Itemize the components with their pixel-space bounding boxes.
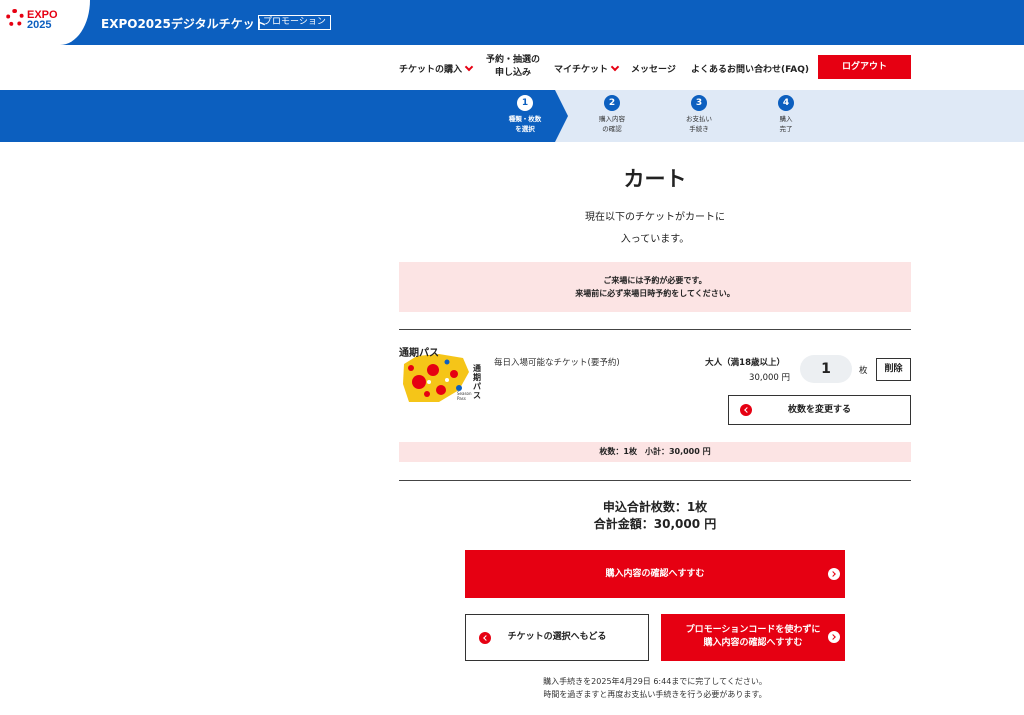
chevron-down-icon bbox=[610, 62, 620, 72]
delete-button[interactable]: 削除 bbox=[876, 358, 911, 381]
nav-my-ticket-label: マイチケット bbox=[554, 65, 609, 75]
ticket-type: 大人（満18歳以上） bbox=[705, 358, 785, 368]
ticket-image: 通期パス 通期パス Season Pass bbox=[399, 344, 484, 406]
top-header: EXPO 2025 EXPO2025デジタルチケット プロモーション bbox=[0, 0, 1024, 45]
promotion-badge: プロモーション bbox=[258, 15, 331, 30]
step-1: 1 種類・枚数 を選択 bbox=[490, 95, 560, 134]
nav-my-ticket[interactable]: マイチケット bbox=[554, 62, 620, 75]
expo-logo[interactable]: EXPO 2025 bbox=[0, 0, 100, 45]
step-label-line2: 手続き bbox=[689, 125, 709, 133]
logout-button[interactable]: ログアウト bbox=[818, 55, 911, 79]
logo-text-bottom: 2025 bbox=[27, 19, 52, 31]
ticket-image-vertical-text: 通期パス bbox=[473, 364, 481, 400]
step-label-line1: 種類・枚数 bbox=[508, 115, 542, 123]
page-title: カート bbox=[623, 167, 687, 191]
cart-message-line1: 現在以下のチケットがカートに bbox=[585, 212, 725, 223]
total-count: 申込合計枚数：1枚 bbox=[602, 500, 708, 514]
proceed-without-promo-line2: 購入内容の確認へすすむ bbox=[703, 638, 803, 648]
step-label-line1: 購入 bbox=[779, 115, 793, 123]
notice-line1: ご来場には予約が必要です。 bbox=[603, 276, 707, 285]
active-step-background bbox=[0, 90, 568, 142]
chevron-down-icon bbox=[464, 62, 474, 72]
proceed-to-confirm-button[interactable]: 購入内容の確認へすすむ bbox=[465, 550, 845, 598]
total-amount: 合計金額：30,000 円 bbox=[593, 517, 717, 531]
ticket-subtotal: 枚数：1枚 小計：30,000 円 bbox=[399, 442, 911, 462]
payment-deadline-note: 購入手続きを2025年4月29日 6:44までに完了してください。 時間を過ぎま… bbox=[399, 675, 911, 701]
step-label: 種類・枚数 を選択 bbox=[490, 114, 560, 134]
footnote-line1: 購入手続きを2025年4月29日 6:44までに完了してください。 bbox=[543, 677, 767, 686]
chevron-right-icon bbox=[828, 631, 840, 643]
step-label-line2: の確認 bbox=[602, 125, 622, 133]
step-4: 4 購入 完了 bbox=[751, 95, 821, 134]
cart-message: 現在以下のチケットがカートに 入っています。 bbox=[555, 207, 755, 251]
nav-messages[interactable]: メッセージ bbox=[631, 62, 676, 75]
progress-steps: 1 種類・枚数 を選択 2 購入内容 の確認 3 お支払い 手続き 4 購入 完… bbox=[0, 90, 1024, 142]
nav-reservation-line2: 申し込み bbox=[495, 68, 532, 78]
chevron-left-icon bbox=[740, 404, 752, 416]
nav-buy-ticket-label: チケットの購入 bbox=[399, 65, 463, 75]
expo-logo-text: EXPO 2025 bbox=[27, 10, 58, 31]
nav-faq[interactable]: よくあるお問い合わせ(FAQ) bbox=[691, 62, 809, 75]
quantity-unit: 枚 bbox=[859, 366, 868, 376]
chevron-left-icon bbox=[479, 632, 491, 644]
nav-buy-ticket[interactable]: チケットの購入 bbox=[399, 62, 474, 75]
notice-line2: 来場前に必ず来場日時予約をしてください。 bbox=[575, 289, 735, 298]
step-3: 3 お支払い 手続き bbox=[664, 95, 734, 134]
step-label-line1: お支払い bbox=[686, 115, 712, 123]
step-2: 2 購入内容 の確認 bbox=[577, 95, 647, 134]
ticket-price: 30,000 円 bbox=[749, 373, 790, 383]
divider bbox=[399, 480, 911, 481]
proceed-without-promo-button[interactable]: プロモーションコードを使わずに 購入内容の確認へすすむ bbox=[661, 614, 845, 661]
main-nav: チケットの購入 予約・抽選の 申し込み マイチケット メッセージ よくあるお問い… bbox=[0, 45, 1024, 90]
step-number: 4 bbox=[778, 95, 794, 111]
step-label-line2: 完了 bbox=[779, 125, 793, 133]
step-label-line2: を選択 bbox=[515, 125, 535, 133]
step-number: 2 bbox=[604, 95, 620, 111]
nav-reservation[interactable]: 予約・抽選の 申し込み bbox=[486, 54, 540, 80]
step-label: お支払い 手続き bbox=[664, 114, 734, 134]
cart-message-line2: 入っています。 bbox=[620, 234, 690, 245]
site-title: EXPO2025デジタルチケット bbox=[101, 17, 267, 31]
proceed-to-confirm-label: 購入内容の確認へすすむ bbox=[605, 569, 705, 579]
step-label: 購入 完了 bbox=[751, 114, 821, 134]
reservation-notice: ご来場には予約が必要です。 来場前に必ず来場日時予約をしてください。 bbox=[399, 262, 911, 312]
change-quantity-label: 枚数を変更する bbox=[787, 405, 851, 415]
back-to-ticket-select-label: チケットの選択へもどる bbox=[507, 632, 607, 642]
ticket-image-caption: Season Pass bbox=[457, 391, 472, 401]
change-quantity-button[interactable]: 枚数を変更する bbox=[728, 395, 911, 425]
footnote-line2: 時間を過ぎますと再度お支払い手続きを行う必要があります。 bbox=[543, 690, 767, 699]
step-number: 3 bbox=[691, 95, 707, 111]
expo-logo-icon bbox=[6, 9, 24, 27]
ticket-description: 毎日入場可能なチケット(要予約) bbox=[494, 358, 620, 368]
order-totals: 申込合計枚数：1枚 合計金額：30,000 円 bbox=[399, 499, 911, 533]
step-number: 1 bbox=[517, 95, 533, 111]
proceed-without-promo-line1: プロモーションコードを使わずに bbox=[685, 625, 821, 635]
back-to-ticket-select-button[interactable]: チケットの選択へもどる bbox=[465, 614, 649, 661]
chevron-right-icon bbox=[828, 568, 840, 580]
step-label: 購入内容 の確認 bbox=[577, 114, 647, 134]
nav-reservation-line1: 予約・抽選の bbox=[486, 55, 541, 65]
ticket-image-title: 通期パス bbox=[399, 348, 439, 359]
divider bbox=[399, 329, 911, 330]
quantity-display: 1 bbox=[800, 355, 852, 383]
step-label-line1: 購入内容 bbox=[599, 115, 625, 123]
